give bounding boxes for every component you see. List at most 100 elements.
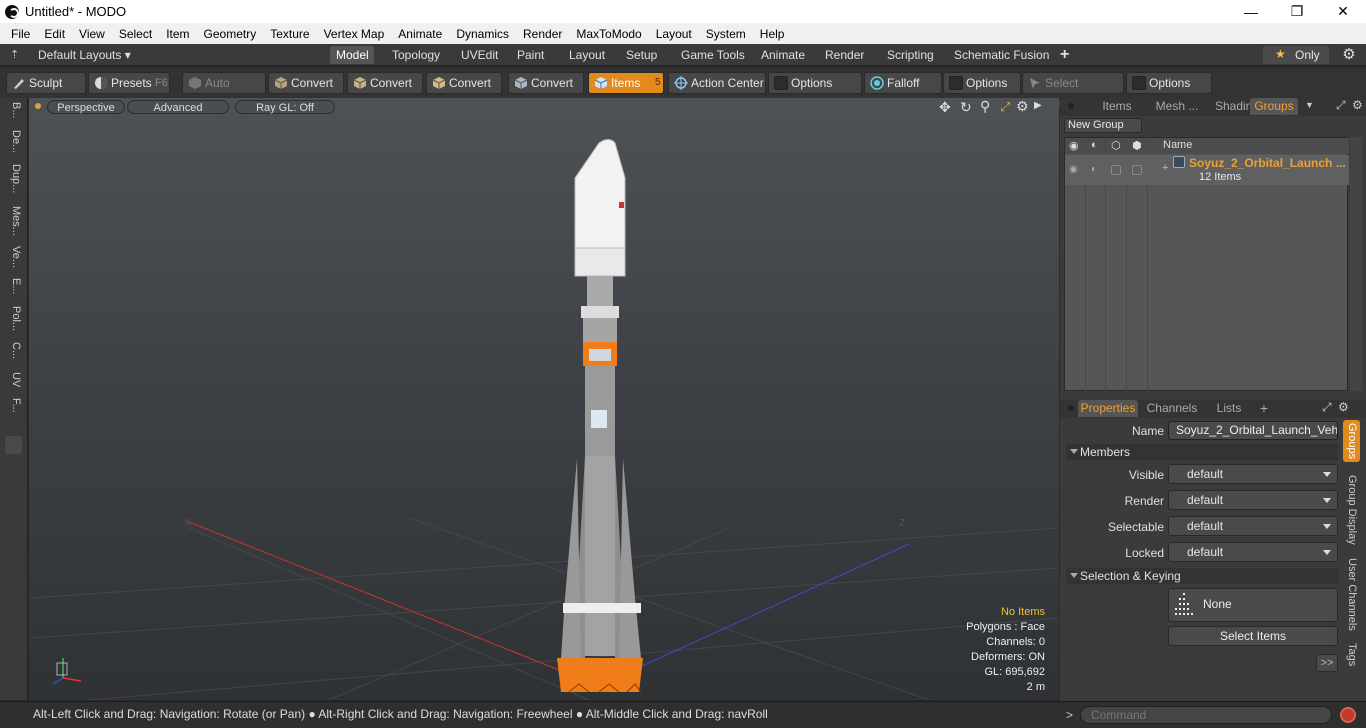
panel-gear-icon[interactable]: ⚙ xyxy=(1352,98,1363,112)
new-group-button[interactable]: New Group xyxy=(1064,118,1142,133)
menu-file[interactable]: File xyxy=(4,27,37,41)
options-button-3[interactable]: Options xyxy=(1126,72,1212,94)
tab-paint[interactable]: Paint xyxy=(511,46,550,64)
menu-layout[interactable]: Layout xyxy=(649,27,699,41)
add-tab-button[interactable]: + xyxy=(1054,46,1075,64)
left-tab-vertex[interactable]: Ve... xyxy=(4,246,22,268)
convert-button-3[interactable]: Convert xyxy=(426,72,502,94)
tab-lists[interactable]: Lists xyxy=(1206,400,1252,417)
options-button-2[interactable]: Options xyxy=(943,72,1021,94)
tabs-dropdown-icon[interactable]: ▼ xyxy=(1305,100,1314,110)
tab-schematic-fusion[interactable]: Schematic Fusion xyxy=(948,46,1055,64)
tab-groups[interactable]: Groups xyxy=(1250,98,1298,115)
menu-texture[interactable]: Texture xyxy=(263,27,316,41)
expand-icon[interactable]: ⤢ xyxy=(1336,98,1346,113)
menu-item[interactable]: Item xyxy=(159,27,196,41)
record-macro-icon[interactable] xyxy=(1340,707,1356,723)
properties-menu-icon[interactable] xyxy=(1068,405,1074,411)
left-tab-uv[interactable]: UV xyxy=(4,372,22,387)
row-select-checkbox[interactable] xyxy=(1132,165,1142,175)
3d-viewport[interactable]: Perspective Advanced Ray GL: Off ✥ ↻ ⚲ ⤢… xyxy=(29,98,1059,700)
presets-button[interactable]: Presets F6 xyxy=(88,72,170,94)
left-tab-curve[interactable]: C... xyxy=(4,342,22,359)
menu-edit[interactable]: Edit xyxy=(37,27,72,41)
convert-button-2[interactable]: Convert xyxy=(347,72,423,94)
row-lock-checkbox[interactable] xyxy=(1111,165,1121,175)
side-tab-tags[interactable]: Tags xyxy=(1343,640,1360,670)
none-button[interactable]: None xyxy=(1168,588,1338,622)
panel-menu-icon[interactable] xyxy=(1068,103,1074,109)
side-tab-groups[interactable]: Groups xyxy=(1343,420,1360,462)
expand-row-icon[interactable]: + xyxy=(1162,162,1168,174)
menu-render[interactable]: Render xyxy=(516,27,569,41)
row-render-icon[interactable]: ◐ xyxy=(1091,164,1097,175)
layout-collapse-icon[interactable]: ⇡ xyxy=(10,49,22,61)
sculpt-button[interactable]: Sculpt xyxy=(6,72,86,94)
side-tab-group-display[interactable]: Group Display xyxy=(1343,474,1360,546)
group-name-field[interactable]: Soyuz_2_Orbital_Launch_Vehicle xyxy=(1168,421,1338,440)
select-items-button[interactable]: Select Items xyxy=(1168,626,1338,646)
left-tabs-expand-button[interactable] xyxy=(5,436,22,454)
tab-layout[interactable]: Layout xyxy=(563,46,611,64)
tab-animate[interactable]: Animate xyxy=(755,46,811,64)
left-tab-duplicate[interactable]: Dup... xyxy=(4,164,22,193)
tab-render[interactable]: Render xyxy=(819,46,870,64)
command-input[interactable] xyxy=(1080,706,1332,724)
tab-mesh[interactable]: Mesh ... xyxy=(1148,98,1206,115)
menu-maxtomodo[interactable]: MaxToModo xyxy=(569,27,648,41)
group-name[interactable]: Soyuz_2_Orbital_Launch ... xyxy=(1189,156,1346,170)
left-tab-fusion[interactable]: F... xyxy=(4,398,22,413)
minimize-button[interactable]: — xyxy=(1228,0,1274,23)
menu-animate[interactable]: Animate xyxy=(391,27,449,41)
tab-items[interactable]: Items xyxy=(1088,98,1146,115)
auto-select-button[interactable]: Auto Select xyxy=(182,72,266,110)
tab-uvedit[interactable]: UVEdit xyxy=(455,46,504,64)
tab-topology[interactable]: Topology xyxy=(386,46,446,64)
row-eye-icon[interactable]: ◉ xyxy=(1069,164,1078,175)
gear-icon[interactable]: ⚙ xyxy=(1340,46,1358,64)
layout-selector[interactable]: Default Layouts ▾ xyxy=(32,46,137,64)
restore-button[interactable]: ❐ xyxy=(1274,0,1320,23)
members-section[interactable]: Members xyxy=(1066,444,1338,460)
tab-properties[interactable]: Properties xyxy=(1078,400,1138,417)
side-tab-user-channels[interactable]: User Channels xyxy=(1343,556,1360,632)
tab-game-tools[interactable]: Game Tools xyxy=(675,46,751,64)
groups-scrollbar[interactable] xyxy=(1350,137,1362,391)
tab-setup[interactable]: Setup xyxy=(620,46,663,64)
render-dropdown[interactable]: default xyxy=(1168,490,1338,510)
locked-dropdown[interactable]: default xyxy=(1168,542,1338,562)
left-tab-mesh[interactable]: Mes... xyxy=(4,206,22,236)
menu-geometry[interactable]: Geometry xyxy=(197,27,264,41)
selection-keying-section[interactable]: Selection & Keying xyxy=(1066,568,1338,584)
menu-select[interactable]: Select xyxy=(112,27,159,41)
properties-gear-icon[interactable]: ⚙ xyxy=(1338,400,1349,414)
left-tab-deform[interactable]: De... xyxy=(4,130,22,153)
left-tab-edge[interactable]: E... xyxy=(4,278,22,295)
options-button-1[interactable]: Options xyxy=(768,72,862,94)
menu-help[interactable]: Help xyxy=(753,27,792,41)
visible-dropdown[interactable]: default xyxy=(1168,464,1338,484)
menu-system[interactable]: System xyxy=(699,27,753,41)
properties-expand-icon[interactable]: ⤢ xyxy=(1322,400,1332,415)
options-label-1: Options xyxy=(791,76,833,90)
menu-view[interactable]: View xyxy=(72,27,112,41)
tab-model[interactable]: Model xyxy=(330,46,374,64)
falloff-button[interactable]: Falloff xyxy=(864,72,942,94)
group-row[interactable]: ◉ ◐ + Soyuz_2_Orbital_Launch ... 12 Item… xyxy=(1065,155,1349,185)
menu-dynamics[interactable]: Dynamics xyxy=(449,27,516,41)
items-mode-button[interactable]: Items 5 xyxy=(588,72,664,94)
convert-button-4[interactable]: Convert xyxy=(508,72,584,94)
add-tab-button[interactable]: + xyxy=(1256,400,1272,417)
menu-vertex-map[interactable]: Vertex Map xyxy=(317,27,392,41)
selectable-dropdown[interactable]: default xyxy=(1168,516,1338,536)
select-through-button[interactable]: Select Through xyxy=(1022,72,1124,110)
action-center-button[interactable]: Action Center xyxy=(668,72,766,94)
tab-scripting[interactable]: Scripting xyxy=(881,46,940,64)
close-button[interactable]: ✕ xyxy=(1320,0,1366,23)
more-button[interactable]: >> xyxy=(1316,654,1338,672)
tab-channels[interactable]: Channels xyxy=(1142,400,1202,417)
only-toggle[interactable]: ★ Only xyxy=(1263,46,1329,64)
left-tab-basic[interactable]: B... xyxy=(4,102,22,119)
left-tab-polygon[interactable]: Pol... xyxy=(4,306,22,331)
convert-button-1[interactable]: Convert xyxy=(268,72,344,94)
